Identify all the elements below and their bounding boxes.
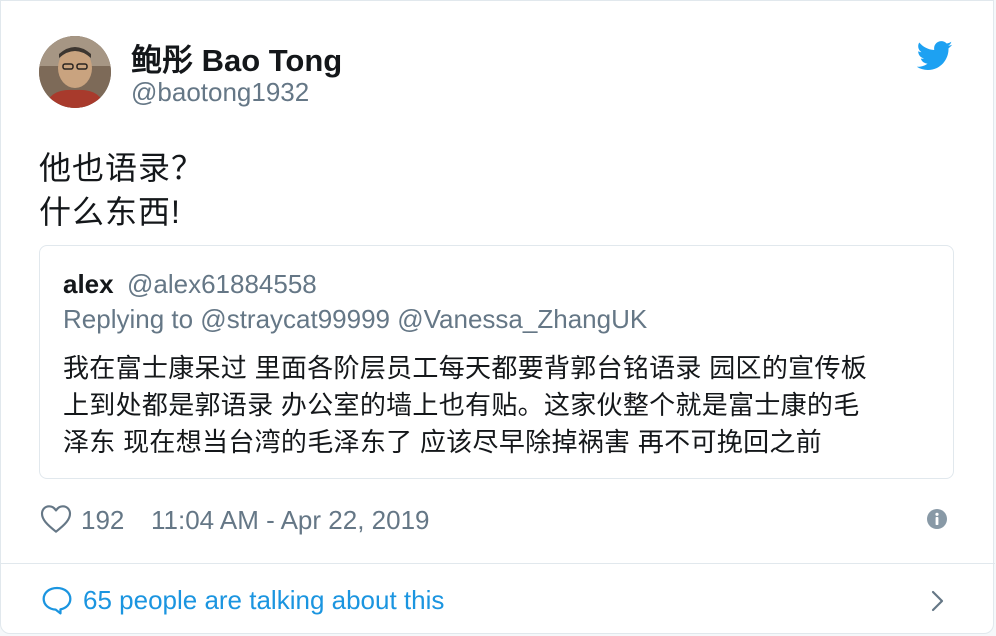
- quoted-author-handle: @alex61884558: [127, 269, 317, 299]
- quoted-text-line: 泽东 现在想当台湾的毛泽东了 应该尽早除掉祸害 再不可挽回之前: [63, 427, 822, 457]
- tweet-text-line: 他也语录？: [39, 150, 205, 186]
- tweet-timestamp[interactable]: 11:04 AM - Apr 22, 2019: [151, 505, 429, 536]
- chevron-right-icon: [929, 587, 947, 615]
- speech-bubble-icon: [41, 585, 73, 615]
- like-count[interactable]: 192: [81, 505, 124, 536]
- quoted-tweet[interactable]: alex @alex61884558 Replying to @straycat…: [39, 245, 954, 479]
- author-display-name[interactable]: 鲍彤 Bao Tong: [131, 35, 342, 80]
- replying-to-label: Replying to @straycat99999 @Vanessa_Zhan…: [63, 304, 648, 334]
- divider: [1, 563, 995, 564]
- info-icon[interactable]: [926, 508, 948, 530]
- quoted-text-line: 我在富士康呆过 里面各阶层员工每天都要背郭台铭语录 园区的宣传板: [63, 353, 868, 383]
- conversation-link[interactable]: 65 people are talking about this: [39, 579, 959, 623]
- quoted-author-name: alex: [63, 269, 114, 299]
- quoted-text-line: 上到处都是郭语录 办公室的墙上也有贴。这家伙整个就是富士康的毛: [63, 390, 860, 420]
- tweet-text-line: 什么东西!: [39, 194, 181, 230]
- conversation-count-label: 65 people are talking about this: [83, 585, 445, 615]
- heart-icon[interactable]: [40, 504, 72, 534]
- author-handle[interactable]: @baotong1932: [131, 77, 309, 108]
- avatar[interactable]: [39, 36, 111, 108]
- twitter-bird-icon[interactable]: [916, 41, 953, 71]
- embedded-tweet-card: 鲍彤 Bao Tong @baotong1932 他也语录？ 什么东西! ale…: [0, 0, 995, 634]
